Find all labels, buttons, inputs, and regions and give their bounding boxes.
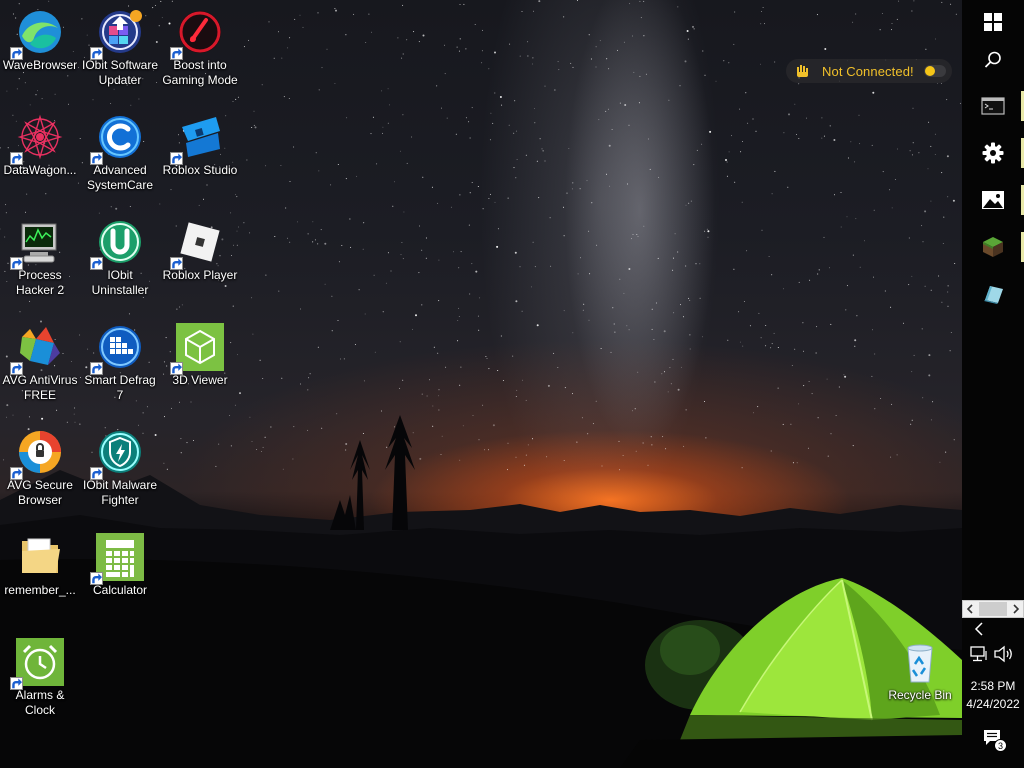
desktop-icon-iobit-malware-fighter[interactable]: IObit Malware Fighter — [80, 420, 160, 520]
shortcut-arrow-icon — [170, 362, 183, 375]
desktop-icon-iobit-software-updater[interactable]: IObit Software Updater — [80, 0, 160, 100]
advanced-systemcare-icon — [90, 113, 144, 165]
desktop-icon-iobit-uninstaller[interactable]: IObit Uninstaller — [80, 210, 160, 310]
action-center-button[interactable]: 3 — [980, 727, 1008, 753]
minecraft-button[interactable] — [962, 225, 1024, 269]
scroll-right-button[interactable] — [1009, 601, 1023, 617]
settings-button[interactable] — [962, 131, 1024, 175]
recycle-bin-icon — [896, 638, 944, 686]
terminal-icon — [981, 97, 1005, 115]
desktop-icon-label: remember_... — [4, 583, 76, 597]
vpn-status-text: Not Connected! — [822, 63, 914, 79]
desktop-icon-alarm-clock[interactable]: Alarms & Clock — [0, 630, 80, 730]
shortcut-arrow-icon — [10, 257, 23, 270]
desktop-icon-calculator[interactable]: Calculator — [80, 525, 160, 625]
desktop-icon-recycle-bin[interactable]: Recycle Bin — [880, 630, 960, 730]
roblox-player-icon — [170, 218, 224, 270]
windows-logo-icon — [984, 13, 1002, 31]
iobit-software-updater-icon — [90, 8, 144, 60]
clock-time[interactable]: 2:58 PM — [962, 679, 1024, 693]
shortcut-arrow-icon — [170, 257, 183, 270]
desktop-icon-avg-antivirus[interactable]: AVG AntiVirus FREE — [0, 315, 80, 415]
search-button[interactable] — [962, 38, 1024, 82]
shortcut-arrow-icon — [170, 152, 183, 165]
shortcut-arrow-icon — [10, 467, 23, 480]
shortcut-arrow-icon — [90, 362, 103, 375]
desktop-icon-advanced-systemcare[interactable]: Advanced SystemCare — [80, 105, 160, 205]
shortcut-arrow-icon — [90, 152, 103, 165]
wavebrowser-icon — [10, 8, 64, 60]
desktop-icon-avg-secure-browser[interactable]: AVG Secure Browser — [0, 420, 80, 520]
scroll-left-button[interactable] — [963, 601, 977, 617]
photos-button[interactable] — [962, 178, 1024, 222]
folder-icon — [16, 533, 64, 581]
desktop-icon-process-hacker[interactable]: Process Hacker 2 — [0, 210, 80, 310]
desktop-icon-label: Recycle Bin — [888, 688, 952, 702]
vpn-status-widget[interactable]: Not Connected! — [786, 59, 952, 83]
gaming-mode-icon — [170, 8, 224, 60]
search-icon — [984, 51, 1001, 68]
iobit-uninstaller-icon — [90, 218, 144, 270]
desktop-icon-roblox-studio[interactable]: Roblox Studio — [160, 105, 240, 205]
volume-icon[interactable] — [993, 645, 1015, 663]
datawagon-icon — [10, 113, 64, 165]
notification-count-badge: 3 — [994, 739, 1007, 752]
desktop-icon-smart-defrag[interactable]: Smart Defrag 7 — [80, 315, 160, 415]
show-hidden-icons-chevron-icon[interactable] — [970, 620, 988, 638]
hand-stop-icon — [797, 65, 808, 77]
shortcut-arrow-icon — [90, 47, 103, 60]
chevron-left-icon — [966, 604, 973, 614]
alarm-clock-icon — [10, 638, 64, 690]
chevron-right-icon — [1013, 604, 1020, 614]
smart-defrag-icon — [90, 323, 144, 375]
minecraft-icon — [983, 237, 1003, 257]
network-icon[interactable] — [969, 645, 989, 663]
process-hacker-icon — [10, 218, 64, 270]
shortcut-arrow-icon — [10, 152, 23, 165]
roblox-studio-icon — [170, 113, 224, 165]
shortcut-arrow-icon — [170, 47, 183, 60]
desktop-icon-wavebrowser[interactable]: WaveBrowser — [0, 0, 80, 100]
clock-date[interactable]: 4/24/2022 — [962, 697, 1024, 711]
command-prompt-button[interactable] — [962, 84, 1024, 128]
vpn-toggle[interactable] — [923, 65, 946, 77]
shortcut-arrow-icon — [90, 572, 103, 585]
desktop-icon-datawagon[interactable]: DataWagon... — [0, 105, 80, 205]
shortcut-arrow-icon — [10, 677, 23, 690]
shortcut-arrow-icon — [90, 467, 103, 480]
avg-antivirus-icon — [10, 323, 64, 375]
avg-secure-browser-icon — [10, 428, 64, 480]
desktop-icon-roblox-player[interactable]: Roblox Player — [160, 210, 240, 310]
calculator-icon — [90, 533, 144, 585]
tray-scrollbar[interactable] — [962, 600, 1024, 618]
shortcut-arrow-icon — [10, 47, 23, 60]
desktop-icon-folder[interactable]: remember_... — [0, 525, 80, 625]
gear-icon — [982, 142, 1004, 164]
desktop-icon-gaming-mode[interactable]: Boost into Gaming Mode — [160, 0, 240, 100]
paint-3d-icon — [984, 286, 1003, 304]
shortcut-arrow-icon — [10, 362, 23, 375]
shortcut-arrow-icon — [90, 257, 103, 270]
scrollbar-thumb[interactable] — [979, 602, 1007, 616]
photos-icon — [982, 191, 1004, 209]
3d-viewer-icon — [170, 323, 224, 375]
iobit-malware-fighter-icon — [90, 428, 144, 480]
desktop-icon-3d-viewer[interactable]: 3D Viewer — [160, 315, 240, 415]
paint-3d-button[interactable] — [962, 272, 1024, 316]
